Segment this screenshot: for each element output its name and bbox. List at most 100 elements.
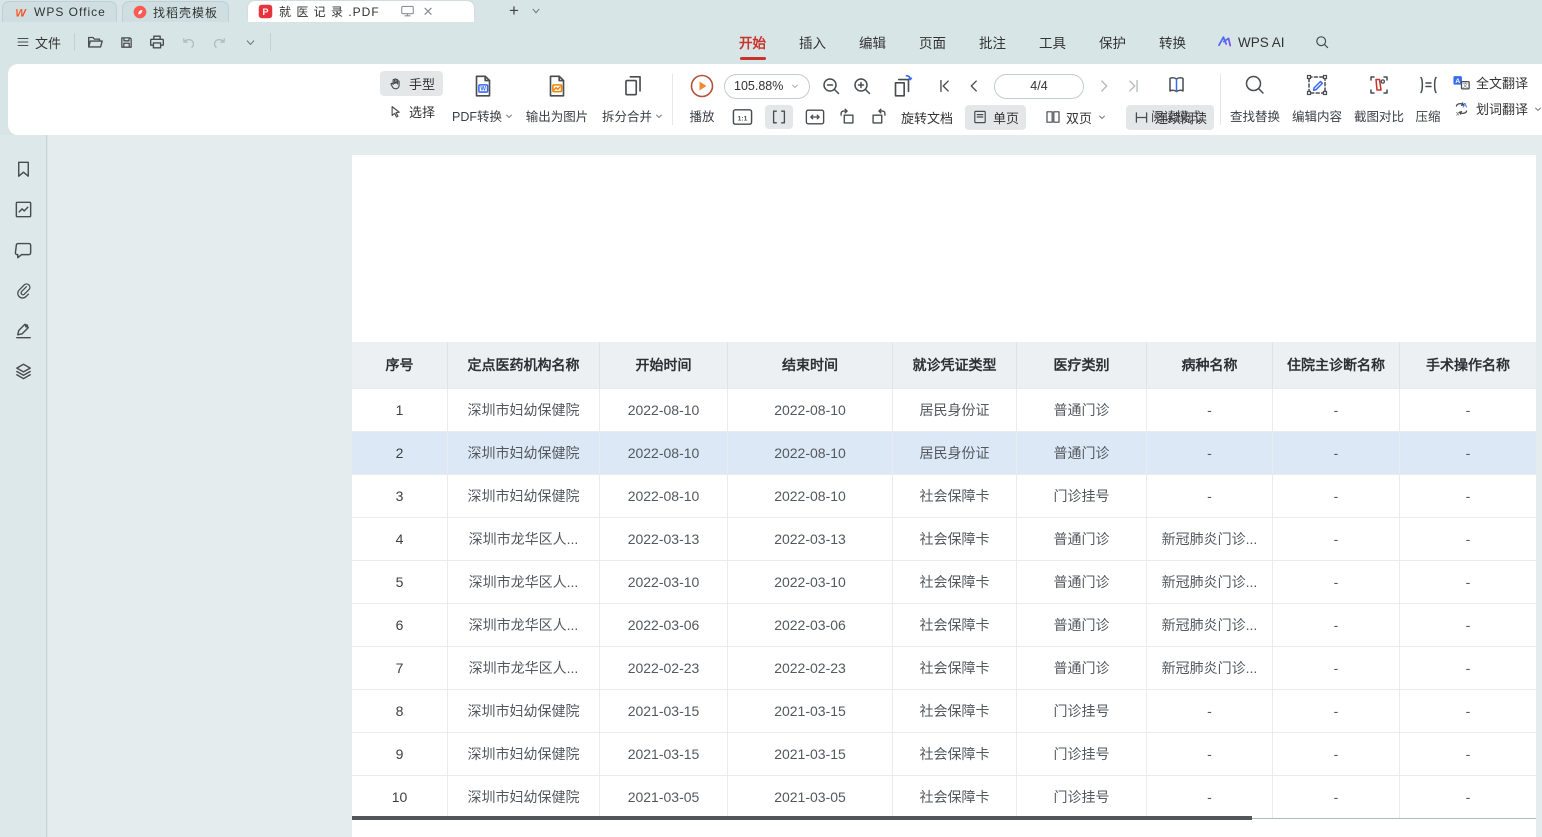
tab-wps-home[interactable]: W WPS Office [2,1,117,22]
table-cell: - [1273,604,1400,646]
table-row: 9深圳市妇幼保健院2021-03-152021-03-15社会保障卡门诊挂号--… [352,732,1536,775]
compress-icon [1416,73,1441,97]
next-page-button[interactable] [1095,77,1113,95]
file-menu-button[interactable]: 文件 [12,30,65,55]
zoom-level-select[interactable]: 105.88% [724,74,810,99]
word-translate-icon: x A [1452,100,1471,117]
table-cell: 新冠肺炎门诊... [1147,518,1273,560]
first-page-button[interactable] [936,77,954,95]
menu-tools[interactable]: 工具 [1037,22,1068,62]
previous-page-button[interactable] [965,77,983,95]
hand-tool-button[interactable]: 手型 [380,71,443,96]
table-cell: 门诊挂号 [1017,733,1147,775]
pdf-viewport[interactable]: 序号定点医药机构名称开始时间结束时间就诊凭证类型医疗类别病种名称住院主诊断名称手… [48,135,1542,837]
menu-insert[interactable]: 插入 [797,22,828,62]
layers-icon[interactable] [13,360,34,381]
table-cell: 社会保障卡 [893,475,1017,517]
monitor-icon[interactable] [400,5,415,18]
table-cell: - [1273,561,1400,603]
pdf-convert-button[interactable]: W PDF转换 [450,71,516,129]
undo-button[interactable] [177,31,199,53]
screenshot-compare-button[interactable]: 截图对比 [1350,71,1408,129]
table-cell: 9 [352,733,448,775]
double-page-button[interactable]: 双页 [1038,105,1114,130]
file-menu-label: 文件 [35,33,61,52]
tab-list-chevron-icon[interactable] [530,5,542,17]
menu-convert[interactable]: 转换 [1157,22,1188,62]
fit-page-button[interactable] [805,108,825,126]
page-number-input[interactable]: 4/4 [994,74,1084,99]
last-page-button[interactable] [1124,77,1142,95]
export-image-button[interactable]: 输出为图片 [520,71,594,129]
table-cell: 深圳市龙华区人... [448,561,600,603]
menu-protect[interactable]: 保护 [1097,22,1128,62]
hand-icon [388,76,403,91]
wps-logo-icon: W [13,5,28,20]
edit-content-button[interactable]: 编辑内容 [1288,71,1346,129]
tab-label: 就 医 记 录 .PDF [279,3,380,20]
read-mode-button[interactable]: 阅读模式 [1146,71,1206,129]
menu-search-icon[interactable] [1314,34,1330,50]
signature-icon[interactable] [13,320,34,341]
export-image-label: 输出为图片 [526,106,589,125]
table-cell: - [1147,733,1273,775]
save-button[interactable] [115,31,137,53]
table-row: 7深圳市龙华区人...2022-02-232022-02-23社会保障卡普通门诊… [352,646,1536,689]
word-translate-button[interactable]: x A 划词翻译 [1452,99,1542,118]
table-horizontal-scrollbar[interactable] [352,816,1252,820]
split-merge-button[interactable]: 拆分合并 [598,71,668,129]
pdf-convert-icon: W [471,73,495,99]
more-actions-chevron-icon[interactable] [239,31,261,53]
zoom-out-button[interactable] [821,76,841,96]
print-button[interactable] [146,31,168,53]
double-page-icon [1045,109,1061,125]
close-tab-icon[interactable]: ✕ [423,4,434,20]
table-cell: 深圳市妇幼保健院 [448,733,600,775]
single-page-button[interactable]: 单页 [965,105,1026,130]
open-file-button[interactable] [84,31,106,53]
actual-size-button[interactable]: 1:1 [732,108,753,126]
rotate-left-button[interactable] [837,107,857,127]
select-tool-button[interactable]: 选择 [380,99,443,124]
new-tab-button[interactable]: + [503,0,525,22]
table-cell: 2022-02-23 [728,647,893,689]
rotate-doc-button[interactable]: 旋转文档 [901,108,953,127]
menu-home[interactable]: 开始 [737,22,768,62]
table-cell: - [1147,690,1273,732]
menu-wps-ai[interactable]: WPS AI [1217,34,1285,50]
tab-docer-templates[interactable]: 找稻壳模板 [122,1,229,22]
rotate-right-button[interactable] [869,107,889,127]
menu-comment[interactable]: 批注 [977,22,1008,62]
bookmark-icon[interactable] [13,159,34,180]
play-button[interactable]: 播放 [680,71,724,129]
swap-pages-button[interactable] [889,73,915,99]
attachment-icon[interactable] [13,280,34,301]
table-cell: 2022-03-06 [600,604,728,646]
table-header-cell: 病种名称 [1147,342,1273,388]
table-cell: - [1147,475,1273,517]
fit-width-button[interactable] [765,105,793,129]
svg-text:P: P [262,7,268,17]
table-cell: 普通门诊 [1017,604,1147,646]
tab-pdf-document[interactable]: P 就 医 记 录 .PDF ✕ [248,1,474,22]
table-row: 3深圳市妇幼保健院2022-08-102022-08-10社会保障卡门诊挂号--… [352,474,1536,517]
menu-edit[interactable]: 编辑 [857,22,888,62]
table-row: 5深圳市龙华区人...2022-03-102022-03-10社会保障卡普通门诊… [352,560,1536,603]
comment-icon[interactable] [13,240,34,261]
menu-page[interactable]: 页面 [917,22,948,62]
find-replace-button[interactable]: 查找替换 [1226,71,1284,129]
compress-button[interactable]: 压缩 [1410,71,1446,129]
redo-button[interactable] [208,31,230,53]
table-cell: 深圳市妇幼保健院 [448,432,600,474]
zoom-in-button[interactable] [852,76,872,96]
table-cell: - [1400,647,1536,689]
table-cell: - [1273,432,1400,474]
wps-ai-logo-icon [1217,34,1233,50]
thumbnail-icon[interactable] [13,199,34,220]
medical-records-table: 序号定点医药机构名称开始时间结束时间就诊凭证类型医疗类别病种名称住院主诊断名称手… [352,342,1536,818]
full-translate-button[interactable]: A 文 全文翻译 [1452,73,1542,92]
table-header-cell: 序号 [352,342,448,388]
table-header-cell: 定点医药机构名称 [448,342,600,388]
hamburger-icon [16,35,30,49]
chevron-down-icon [790,81,800,91]
